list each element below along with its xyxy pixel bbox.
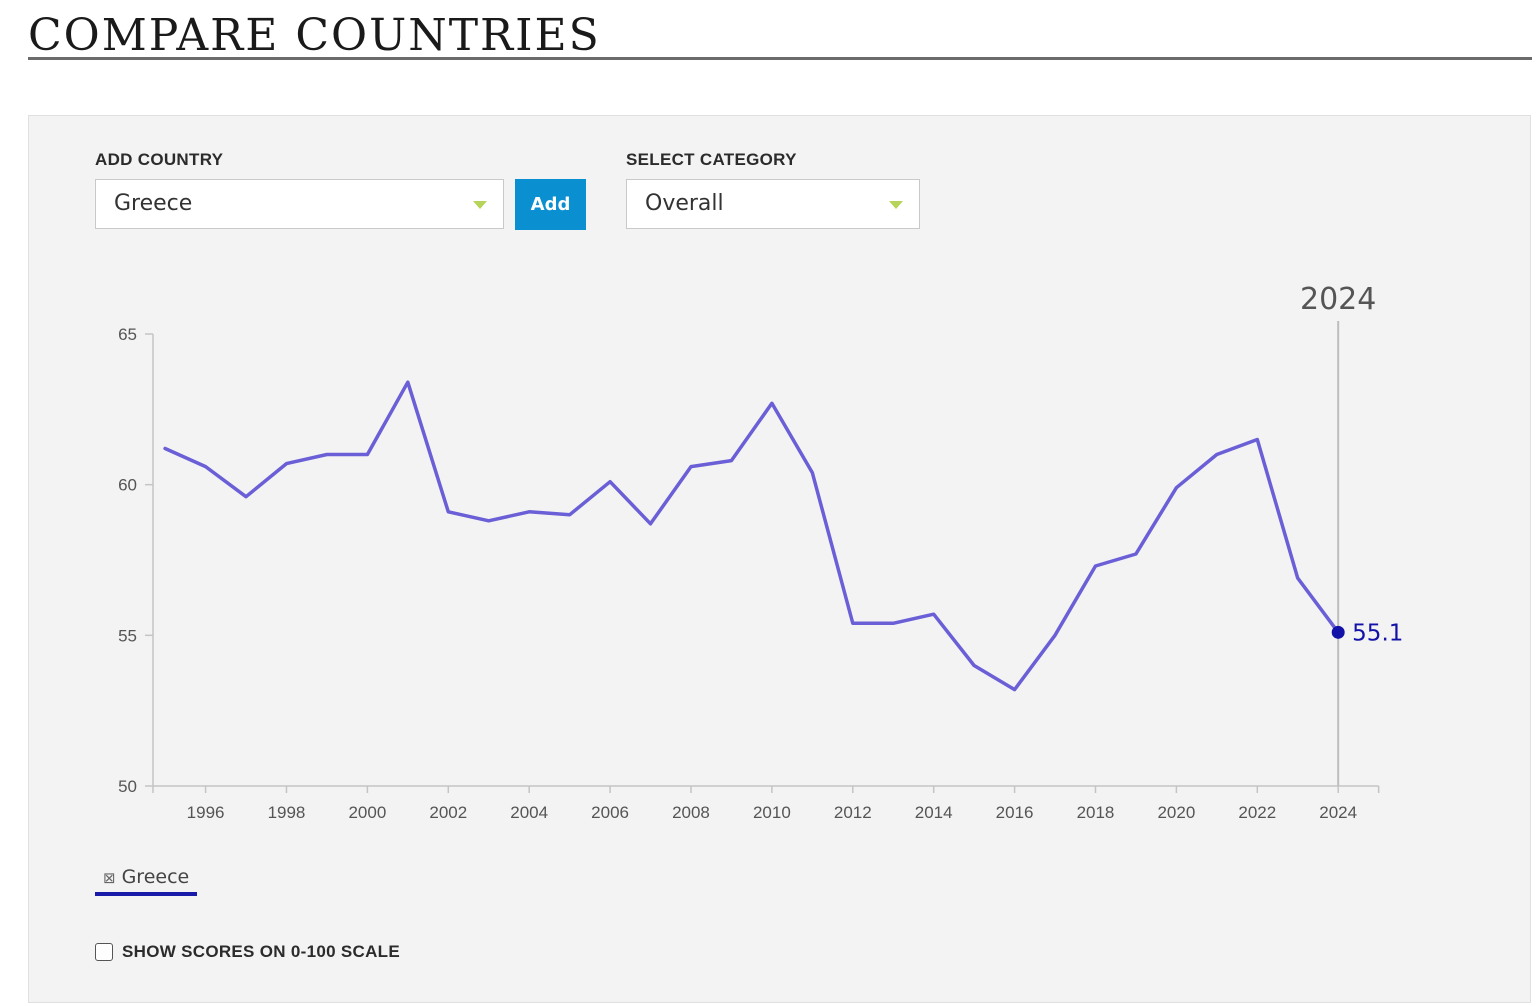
data-point (809, 470, 815, 476)
data-point (890, 620, 896, 626)
x-tick-label: 2006 (591, 803, 629, 822)
data-point (688, 464, 694, 470)
x-tick-label: 2022 (1238, 803, 1276, 822)
data-point (445, 509, 451, 515)
data-point (648, 521, 654, 527)
highlight-point (1331, 625, 1345, 639)
data-point (324, 452, 330, 458)
data-point (283, 461, 289, 467)
x-tick-label: 1996 (187, 803, 225, 822)
x-tick-label: 2014 (915, 803, 953, 822)
series-line-greece (163, 380, 1340, 692)
box-x-icon: ⊠ (103, 869, 116, 887)
highlight-year-label: 2024 (1300, 282, 1376, 317)
page-title: COMPARE COUNTRIES (28, 10, 601, 61)
data-point (1173, 485, 1179, 491)
data-point (1092, 563, 1098, 569)
x-tick-label: 2004 (510, 803, 548, 822)
data-point (567, 512, 573, 518)
x-tick-label: 2010 (753, 803, 791, 822)
data-point (1012, 687, 1018, 693)
y-tick-label: 65 (118, 325, 137, 344)
line-chart: 50 55 60 65 1996 1998 2000 2002 2004 2006 2008 2010… (118, 282, 1403, 822)
data-point (405, 379, 411, 385)
data-point (850, 620, 856, 626)
data-point (203, 464, 209, 470)
x-tick-label: 2018 (1077, 803, 1115, 822)
x-tick-label: 2024 (1319, 803, 1357, 822)
y-tick-label: 55 (118, 626, 137, 645)
y-tick-label: 50 (118, 777, 137, 796)
x-tick-label: 2012 (834, 803, 872, 822)
x-tick-label: 2008 (672, 803, 710, 822)
data-point (364, 452, 370, 458)
data-point (1295, 575, 1301, 581)
data-point (607, 479, 613, 485)
data-point (243, 494, 249, 500)
data-point (769, 400, 775, 406)
data-point (162, 446, 168, 452)
data-point (1052, 632, 1058, 638)
highlight-value-label: 55.1 (1352, 620, 1403, 646)
scale-checkbox[interactable] (95, 943, 113, 961)
y-tick-label: 60 (118, 476, 137, 495)
scale-toggle-label: SHOW SCORES ON 0-100 SCALE (122, 942, 400, 961)
x-tick-label: 2002 (429, 803, 467, 822)
data-point (1254, 436, 1260, 442)
data-point (526, 509, 532, 515)
x-tick-label: 2020 (1157, 803, 1195, 822)
compare-panel: ADD COUNTRY Greece Add SELECT CATEGORY O… (28, 115, 1531, 1003)
data-point (1214, 452, 1220, 458)
x-tick-label: 2000 (348, 803, 386, 822)
x-tick-label: 1998 (268, 803, 306, 822)
title-divider (28, 57, 1532, 60)
scale-toggle[interactable]: SHOW SCORES ON 0-100 SCALE (95, 942, 400, 962)
data-point (971, 662, 977, 668)
data-point (486, 518, 492, 524)
legend-item-greece[interactable]: ⊠ Greece (95, 866, 198, 896)
x-tick-label: 2016 (996, 803, 1034, 822)
data-point (728, 458, 734, 464)
legend-label: Greece (121, 866, 190, 888)
data-point (931, 611, 937, 617)
data-point (1133, 551, 1139, 557)
